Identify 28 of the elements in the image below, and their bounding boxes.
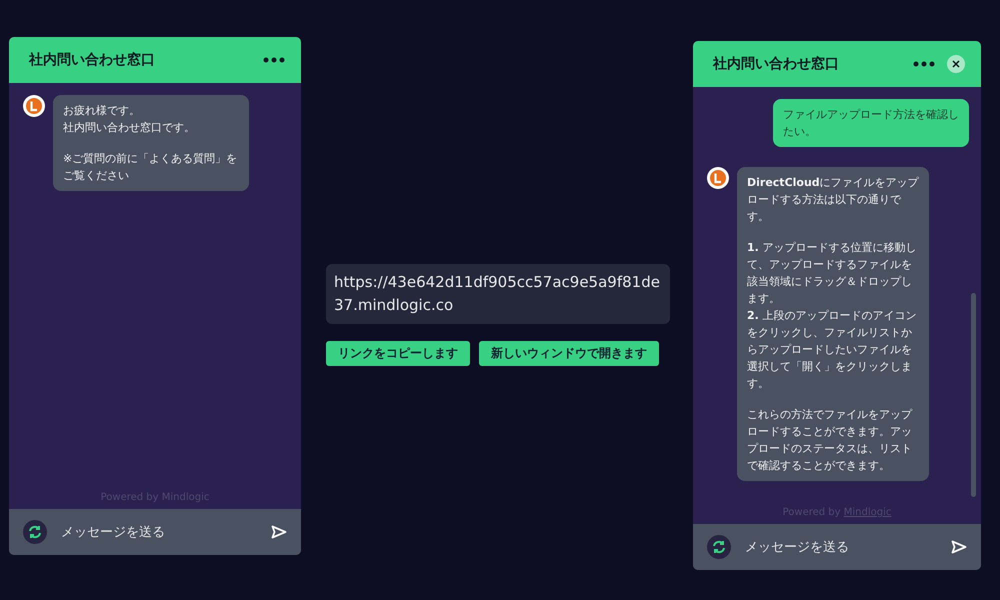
chat-title: 社内問い合わせ窓口 xyxy=(29,51,156,69)
refresh-icon[interactable] xyxy=(23,520,47,544)
open-window-button[interactable]: 新しいウィンドウで開きます xyxy=(479,341,659,366)
message-text: これらの方法でファイルをアップロードすることができます。アップロードのステータスは、リストで確認することができます。 xyxy=(747,407,914,474)
message-text: 2. 上段のアップロードのアイコンをクリックし、ファイルリストからアップロードしたいファイルを選択して「開く」をクリックします。 xyxy=(747,308,918,392)
close-icon xyxy=(952,60,960,68)
bot-avatar-icon xyxy=(707,167,729,189)
message-text: ファイルアップロード方法を確認したい。 xyxy=(783,107,959,140)
bot-avatar-icon xyxy=(23,95,45,117)
send-icon[interactable] xyxy=(271,525,287,539)
message-input[interactable]: メッセージを送る xyxy=(743,538,939,556)
close-button[interactable] xyxy=(947,55,965,73)
message-text: DirectCloudにファイルをアップロードする方法は以下の通りです。 xyxy=(747,175,919,225)
chat-title: 社内問い合わせ窓口 xyxy=(713,55,840,73)
more-icon[interactable] xyxy=(913,61,935,67)
message-text: 社内問い合わせ窓口です。 xyxy=(63,120,196,136)
message-field[interactable]: メッセージを送る xyxy=(693,524,981,570)
message-text: ※ご質問の前に「よくある質問」をご覧ください xyxy=(63,151,238,184)
message-text: 1. アップロードする位置に移動して、アップロードするファイルを該当領域にドラッグ＆ドロップします。 xyxy=(747,240,918,307)
copy-link-button[interactable]: リンクをコピーします xyxy=(326,341,470,366)
url-text: https://43e642d11df905cc57ac9e5a9f81de37.mindlogic.co xyxy=(326,264,670,324)
message-field[interactable]: メッセージを送る xyxy=(9,509,301,555)
more-icon[interactable] xyxy=(263,57,285,63)
message-text: お疲れ様です。 xyxy=(63,103,141,119)
scrollbar[interactable] xyxy=(971,293,976,497)
message-input[interactable]: メッセージを送る xyxy=(59,524,259,540)
send-icon[interactable] xyxy=(951,540,967,554)
refresh-icon[interactable] xyxy=(707,535,731,559)
